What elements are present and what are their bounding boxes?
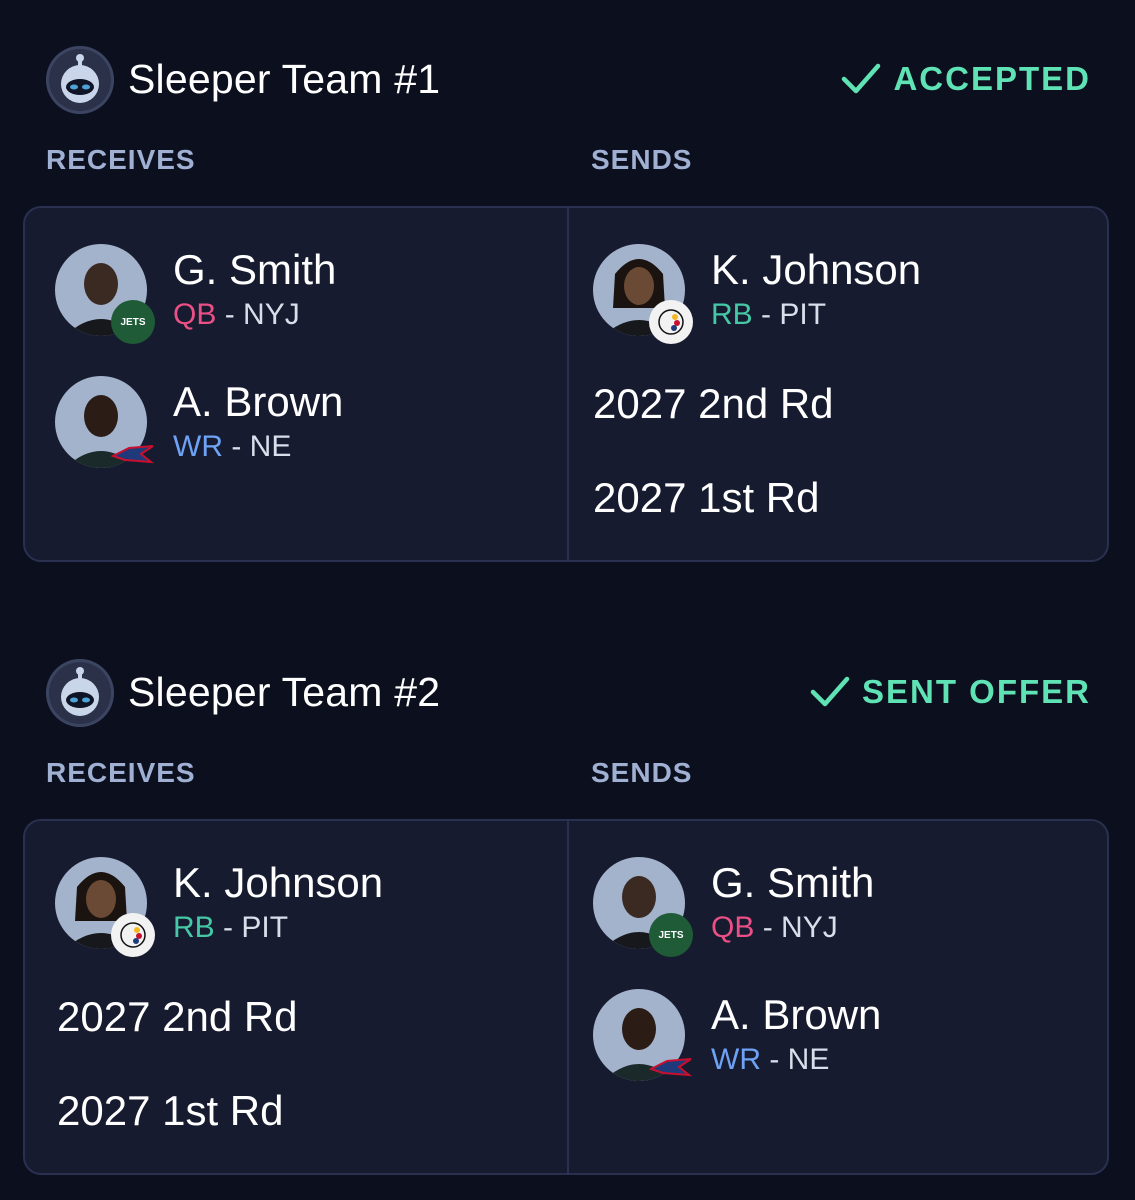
player-team: NE	[249, 430, 292, 463]
player-team: NE	[787, 1043, 830, 1076]
player-info: WR - NE	[173, 430, 291, 464]
status-badge: ACCEPTED	[841, 60, 1091, 98]
team-logo-icon: JETS	[111, 300, 155, 344]
player-position: WR	[711, 1043, 761, 1076]
player-info: QB - NYJ	[173, 298, 300, 332]
player-team: PIT	[241, 911, 289, 944]
patriots-logo-icon	[111, 432, 155, 476]
status-text: ACCEPTED	[893, 60, 1091, 97]
player-name: G. Smith	[711, 859, 875, 906]
player-info: WR - NE	[711, 1043, 829, 1077]
player-position: QB	[173, 298, 217, 331]
separator: -	[214, 911, 242, 944]
player-name: A. Brown	[173, 378, 344, 425]
trade-details-card: JETS G. Smith QB - NYJ A. Brown WR - NE …	[23, 206, 1109, 562]
separator: -	[752, 298, 780, 331]
team-header[interactable]: Sleeper Team #1 ACCEPTED	[46, 46, 1091, 116]
player-name: K. Johnson	[173, 859, 384, 906]
team-avatar	[46, 46, 114, 114]
team-logo-icon: JETS	[649, 913, 693, 957]
column-divider	[567, 208, 569, 560]
player-position: RB	[173, 911, 215, 944]
receives-label: RECEIVES	[46, 144, 196, 175]
player-name: A. Brown	[711, 991, 882, 1038]
player-info: QB - NYJ	[711, 911, 838, 945]
player-info: RB - PIT	[711, 298, 826, 332]
player-position: WR	[173, 430, 223, 463]
draft-pick-item[interactable]: 2027 1st Rd	[593, 474, 820, 522]
checkmark-icon	[810, 676, 850, 707]
sends-label: SENDS	[591, 144, 693, 175]
draft-pick-item[interactable]: 2027 2nd Rd	[593, 380, 834, 428]
team-avatar	[46, 659, 114, 727]
player-position: QB	[711, 911, 755, 944]
team-header[interactable]: Sleeper Team #2 SENT OFFER	[46, 659, 1091, 729]
separator: -	[222, 430, 250, 463]
player-name: K. Johnson	[711, 246, 922, 293]
trade-details-card: K. Johnson RB - PIT 2027 2nd Rd 2027 1st…	[23, 819, 1109, 1175]
draft-pick-item[interactable]: 2027 1st Rd	[57, 1087, 284, 1135]
receives-label: RECEIVES	[46, 757, 196, 788]
draft-pick-item[interactable]: 2027 2nd Rd	[57, 993, 298, 1041]
team-logo-icon	[111, 913, 155, 957]
team-logo-icon	[649, 300, 693, 344]
patriots-logo-icon	[649, 1045, 693, 1089]
player-team: NYJ	[243, 298, 300, 331]
status-text: SENT OFFER	[861, 673, 1091, 710]
separator: -	[216, 298, 244, 331]
separator: -	[754, 911, 782, 944]
team-name: Sleeper Team #1	[128, 56, 441, 102]
status-badge: SENT OFFER	[810, 673, 1091, 711]
player-team: PIT	[779, 298, 827, 331]
team-name: Sleeper Team #2	[128, 669, 441, 715]
checkmark-icon	[842, 63, 881, 94]
player-position: RB	[711, 298, 753, 331]
sleeper-robot-icon	[61, 54, 99, 103]
player-team: NYJ	[781, 911, 838, 944]
column-divider	[567, 821, 569, 1173]
player-info: RB - PIT	[173, 911, 288, 945]
sends-label: SENDS	[591, 757, 693, 788]
separator: -	[760, 1043, 788, 1076]
sleeper-robot-icon	[61, 667, 99, 716]
player-name: G. Smith	[173, 246, 337, 293]
